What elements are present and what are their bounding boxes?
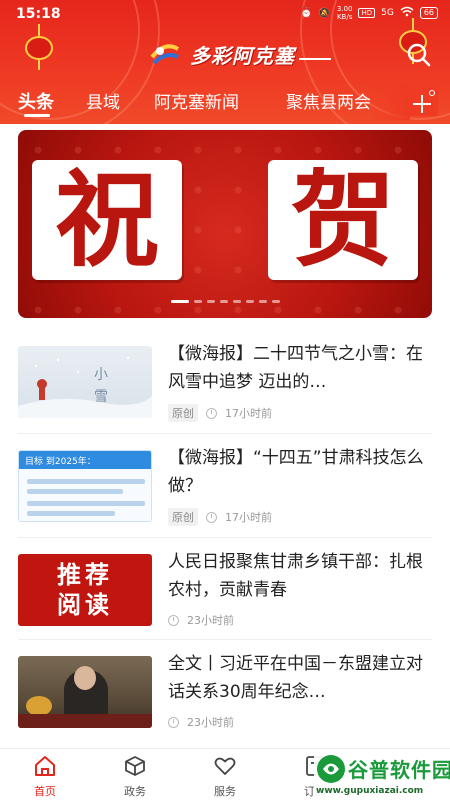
nav-label: 首页 [34, 785, 56, 798]
carousel-dot[interactable] [232, 300, 241, 303]
news-item[interactable]: 全文丨习近平在中国－东盟建立对话关系30周年纪念… 23小时前 [18, 642, 432, 740]
tab-county[interactable]: 县域 [86, 88, 120, 113]
thumb-line: 推荐 [57, 560, 113, 589]
alarm-icon: ⏰ [299, 7, 313, 19]
watermark: 谷普软件园 www.gupuxiazai.com [314, 752, 450, 800]
news-thumbnail [18, 656, 152, 728]
thumb-text: 小 雪 [94, 367, 108, 405]
divider [18, 433, 432, 434]
tab-akesai-news[interactable]: 阿克塞新闻 [154, 88, 239, 113]
mute-icon: 🔕 [318, 7, 331, 19]
photo-desk [18, 714, 152, 728]
left-lantern-icon [24, 24, 54, 70]
news-time: 17小时前 [225, 511, 272, 524]
hd-badge: HD [358, 8, 376, 18]
cube-icon [125, 756, 145, 776]
search-icon [407, 43, 431, 67]
thumb-line: 阅读 [57, 590, 113, 619]
photo-face [74, 666, 96, 690]
banner-carousel[interactable]: 祝 贺 [18, 130, 432, 318]
news-time: 23小时前 [187, 716, 234, 729]
carousel-dot[interactable] [271, 300, 280, 303]
news-title: 【微海报】“十四五”甘肃科技怎么做？ [168, 448, 424, 496]
thumb-row [27, 501, 145, 506]
nav-home[interactable]: 首页 [0, 749, 90, 800]
original-tag: 原创 [168, 508, 198, 526]
news-item[interactable]: 小 雪 【微海报】二十四节气之小雪：在风雪中追梦 迈出的… 原创 17小时前 [18, 332, 432, 430]
news-title: 【微海报】二十四节气之小雪：在风雪中追梦 迈出的… [168, 344, 423, 392]
watermark-url: www.gupuxiazai.com [316, 786, 424, 796]
thumb-row [27, 489, 123, 494]
status-bar: 15:18 ⏰ 🔕 3.00 KB/s HD 5G 66 [0, 0, 450, 28]
news-thumbnail: 推荐 阅读 [18, 554, 152, 626]
home-icon [35, 756, 55, 776]
clock-icon [206, 407, 217, 419]
tab-headlines[interactable]: 头条 [18, 88, 54, 114]
banner-char-2: 贺 [268, 160, 418, 280]
banner-char-1: 祝 [32, 160, 182, 280]
carousel-dot[interactable] [206, 300, 215, 303]
news-meta: 23小时前 [168, 612, 234, 628]
news-title: 人民日报聚焦甘肃乡镇干部：扎根农村，贡献青春 [168, 552, 423, 600]
news-meta: 原创 17小时前 [168, 508, 272, 526]
thumb-header: 目标 到2025年： [19, 451, 151, 469]
original-tag: 原创 [168, 404, 198, 422]
status-time: 15:18 [16, 6, 61, 22]
news-time: 23小时前 [187, 614, 234, 627]
nav-label: 政务 [124, 785, 146, 798]
nav-service[interactable]: 服务 [180, 749, 270, 800]
photo-flower [26, 696, 52, 716]
carousel-dot[interactable] [245, 300, 254, 303]
news-meta: 原创 17小时前 [168, 404, 272, 422]
watermark-title: 谷普软件园 [348, 758, 450, 782]
carousel-dot[interactable] [258, 300, 267, 303]
thumb-row [27, 511, 115, 516]
logo-dash [299, 58, 331, 60]
nav-government[interactable]: 政务 [90, 749, 180, 800]
divider [18, 639, 432, 640]
carousel-dot[interactable] [219, 300, 228, 303]
carousel-indicator [18, 300, 432, 303]
news-item[interactable]: 推荐 阅读 人民日报聚焦甘肃乡镇干部：扎根农村，贡献青春 23小时前 [18, 540, 432, 638]
clock-icon [206, 511, 217, 523]
tabs-fade [370, 84, 410, 120]
divider [18, 537, 432, 538]
news-time: 17小时前 [225, 407, 272, 420]
thumb-row [27, 479, 145, 484]
news-thumbnail: 目标 到2025年： [18, 450, 152, 522]
watermark-logo-icon [317, 755, 345, 783]
header: 15:18 ⏰ 🔕 3.00 KB/s HD 5G 66 多彩阿克塞 头条 县域… [0, 0, 450, 124]
search-button[interactable] [406, 42, 432, 68]
logo-mark-icon [148, 39, 182, 69]
nav-label: 服务 [214, 785, 236, 798]
carousel-dot[interactable] [193, 300, 202, 303]
net-speed: 3.00 KB/s [336, 5, 353, 21]
news-meta: 23小时前 [168, 714, 234, 730]
news-thumbnail: 小 雪 [18, 346, 152, 418]
app-screen: 15:18 ⏰ 🔕 3.00 KB/s HD 5G 66 多彩阿克塞 头条 县域… [0, 0, 450, 800]
news-item[interactable]: 目标 到2025年： 【微海报】“十四五”甘肃科技怎么做？ 原创 17小时前 [18, 436, 432, 534]
add-channel-button[interactable] [410, 86, 438, 116]
app-title: 多彩阿克塞 [190, 43, 295, 68]
signal-label: 5G [381, 8, 394, 18]
clock-icon [168, 614, 179, 626]
active-tab-indicator [24, 114, 50, 117]
news-title: 全文丨习近平在中国－东盟建立对话关系30周年纪念… [168, 654, 423, 702]
category-tabs: 头条 县域 阿克塞新闻 聚焦县两会 [0, 84, 450, 120]
carousel-dot[interactable] [170, 300, 189, 303]
heart-icon [214, 757, 236, 775]
tab-county-sessions[interactable]: 聚焦县两会 [286, 88, 371, 113]
clock-icon [168, 716, 179, 728]
app-logo: 多彩阿克塞 [148, 34, 331, 74]
